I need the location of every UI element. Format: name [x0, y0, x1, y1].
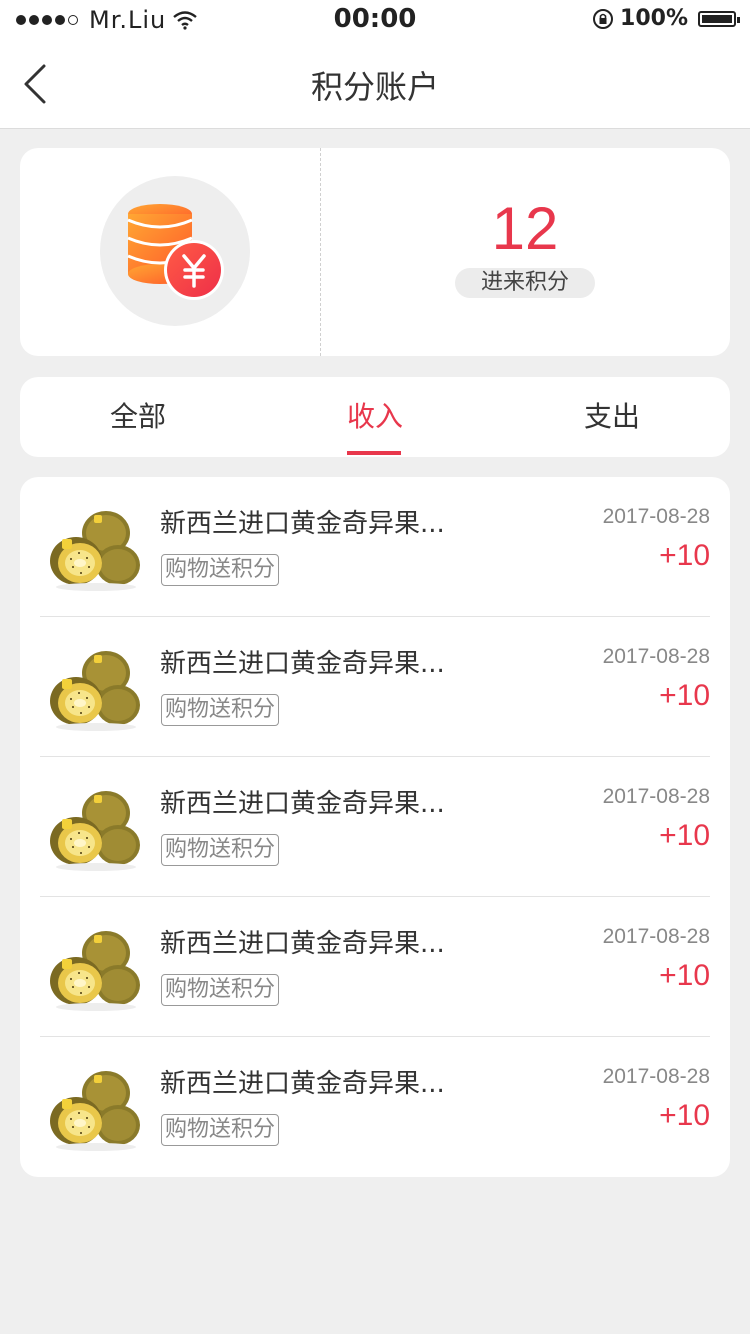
- item-title: 新西兰进口黄金奇异果...: [160, 929, 445, 959]
- item-points: +10: [659, 679, 710, 712]
- battery-icon: [698, 10, 740, 27]
- item-title: 新西兰进口黄金奇异果...: [160, 789, 445, 819]
- item-title: 新西兰进口黄金奇异果...: [160, 649, 445, 679]
- kiwi-fruit-thumbnail: [50, 931, 140, 1011]
- tab-expense[interactable]: 支出: [494, 377, 730, 457]
- points-balance: 12: [491, 195, 559, 262]
- item-points: +10: [659, 539, 710, 572]
- item-date: 2017-08-28: [602, 645, 710, 668]
- page-title: 积分账户: [310, 68, 439, 106]
- item-tag: 购物送积分: [161, 834, 280, 866]
- item-tag: 购物送积分: [161, 974, 280, 1006]
- item-date: 2017-08-28: [602, 1065, 710, 1088]
- rotation-lock-icon: [593, 8, 614, 29]
- item-tag: 购物送积分: [161, 1114, 280, 1146]
- kiwi-fruit-thumbnail: [50, 511, 140, 591]
- item-date: 2017-08-28: [602, 925, 710, 948]
- item-title: 新西兰进口黄金奇异果...: [160, 1069, 445, 1099]
- list-item[interactable]: 新西兰进口黄金奇异果... 购物送积分 2017-08-28 +10: [40, 477, 710, 617]
- item-points: +10: [659, 1099, 710, 1132]
- item-points: +10: [659, 819, 710, 852]
- status-bar-right: 100%: [592, 6, 740, 31]
- item-date: 2017-08-28: [602, 785, 710, 808]
- kiwi-fruit-thumbnail: [50, 791, 140, 871]
- active-tab-indicator: [347, 451, 401, 455]
- item-date: 2017-08-28: [602, 505, 710, 528]
- list-item[interactable]: 新西兰进口黄金奇异果... 购物送积分 2017-08-28 +10: [40, 617, 710, 757]
- item-tag: 购物送积分: [161, 554, 280, 586]
- tab-all[interactable]: 全部: [20, 377, 256, 457]
- coin-avatar: [100, 176, 250, 326]
- points-record-list: 新西兰进口黄金奇异果... 购物送积分 2017-08-28 +10 新西兰进口…: [20, 477, 730, 1177]
- coins-yuan-icon: [127, 204, 224, 300]
- nav-bar: 积分账户: [0, 40, 750, 129]
- list-item[interactable]: 新西兰进口黄金奇异果... 购物送积分 2017-08-28 +10: [40, 897, 710, 1037]
- kiwi-fruit-thumbnail: [50, 651, 140, 731]
- list-item[interactable]: 新西兰进口黄金奇异果... 购物送积分 2017-08-28 +10: [40, 757, 710, 897]
- battery-percent: 100%: [620, 6, 688, 31]
- points-summary-card: 12 进来积分: [20, 148, 730, 356]
- item-tag: 购物送积分: [161, 694, 280, 726]
- kiwi-fruit-thumbnail: [50, 1071, 140, 1151]
- item-title: 新西兰进口黄金奇异果...: [160, 509, 445, 539]
- filter-tabs: 全部 收入 支出: [20, 377, 730, 457]
- list-item[interactable]: 新西兰进口黄金奇异果... 购物送积分 2017-08-28 +10: [40, 1037, 710, 1177]
- item-points: +10: [659, 959, 710, 992]
- tab-income[interactable]: 收入: [257, 377, 493, 457]
- status-bar: Mr.Liu 00:00 100%: [0, 0, 750, 40]
- points-label: 进来积分: [455, 268, 595, 298]
